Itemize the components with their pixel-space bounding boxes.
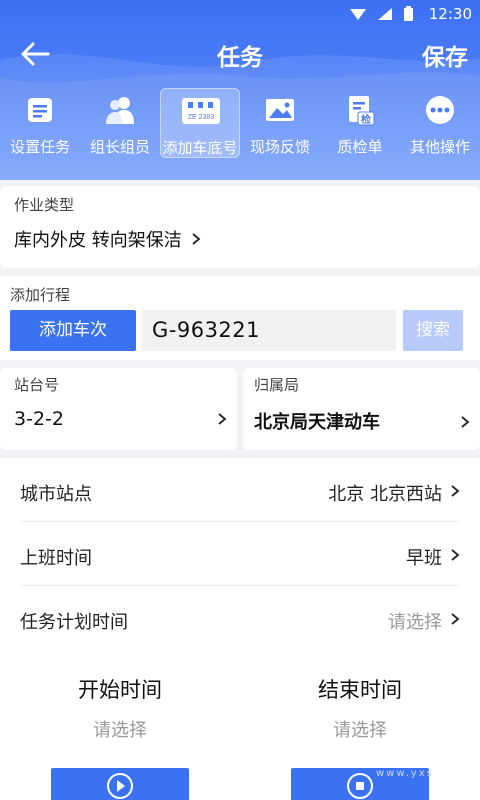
header: 12:30 任务 保存 设置任务 组长组员 ZE 2383 添加车底号 现场反馈… [0, 0, 480, 180]
operation-type-label: 作业类型 [14, 196, 75, 214]
start-button[interactable] [51, 768, 189, 800]
row-label: 上班时间 [20, 548, 92, 569]
tab-site-feedback[interactable]: 现场反馈 [240, 88, 320, 158]
bureau-card[interactable]: 归属局 北京局天津动车 [243, 368, 480, 450]
team-members-icon [106, 97, 134, 124]
operation-type-value: 库内外皮 转向架保洁 [14, 226, 201, 252]
operation-type-text: 库内外皮 转向架保洁 [14, 230, 182, 251]
tab-add-train-plate[interactable]: ZE 2383 添加车底号 [160, 88, 240, 158]
inspection-doc-icon: 检 [349, 96, 375, 126]
train-plate-icon: ZE 2383 [182, 98, 220, 124]
add-trip-card: 添加行程 添加车次 G-963221 搜索 [0, 276, 480, 360]
chevron-right-icon [461, 416, 470, 428]
status-bar: 12:30 [0, 0, 480, 28]
platform-number-card[interactable]: 站台号 3-2-2 [0, 368, 237, 450]
end-time-title: 结束时间 [318, 678, 402, 702]
tab-inspection-doc[interactable]: 检 质检单 [320, 88, 400, 158]
row-value: 北京 北京西站 [328, 484, 442, 505]
chevron-right-icon [218, 413, 227, 425]
row-value: 早班 [406, 548, 442, 569]
end-time-value[interactable]: 请选择 [240, 716, 480, 742]
train-number-input[interactable]: G-963221 [142, 310, 396, 351]
tab-label: 现场反馈 [249, 138, 310, 156]
settings-list: 城市站点 北京 北京西站 上班时间 早班 任务计划时间 请选择 [0, 458, 480, 650]
add-trip-label: 添加行程 [10, 286, 71, 304]
row-label: 任务计划时间 [20, 612, 128, 633]
chevron-right-icon [451, 613, 460, 625]
tab-label: 组长组员 [89, 138, 150, 156]
more-icon [426, 96, 454, 124]
search-button[interactable]: 搜索 [403, 310, 463, 351]
chevron-right-icon [192, 233, 201, 245]
list-item-city-station[interactable]: 城市站点 北京 北京西站 [0, 458, 480, 522]
tab-label: 其他操作 [409, 138, 470, 156]
image-icon [266, 99, 294, 121]
svg-text:ZE 2383: ZE 2383 [188, 114, 215, 121]
row-value: 请选择 [388, 612, 442, 633]
svg-text:检: 检 [361, 113, 371, 126]
start-time-title: 开始时间 [78, 678, 162, 702]
tab-other-actions[interactable]: 其他操作 [400, 88, 480, 158]
platform-number-value: 3-2-2 [14, 408, 64, 430]
chevron-right-icon [451, 549, 460, 561]
bureau-label: 归属局 [254, 376, 300, 394]
row-label: 城市站点 [20, 484, 92, 505]
bureau-value: 北京局天津动车 [254, 412, 380, 433]
navbar: 任务 保存 [0, 28, 480, 80]
operation-type-card[interactable]: 作业类型 库内外皮 转向架保洁 [0, 186, 480, 268]
status-time: 12:30 [428, 5, 472, 23]
toolbar-tabs: 设置任务 组长组员 ZE 2383 添加车底号 现场反馈 检 质检单 其他操作 [0, 86, 480, 160]
watermark: www.yxs [376, 768, 434, 779]
platform-number-label: 站台号 [14, 376, 60, 394]
tab-team-members[interactable]: 组长组员 [80, 88, 160, 158]
list-item-shift-time[interactable]: 上班时间 早班 [0, 522, 480, 586]
save-button[interactable]: 保存 [422, 38, 468, 72]
status-icons [350, 6, 413, 21]
tab-settings-task[interactable]: 设置任务 [0, 88, 80, 158]
tab-label: 添加车底号 [162, 139, 238, 157]
list-item-task-plan-time[interactable]: 任务计划时间 请选择 [0, 586, 480, 650]
page-title: 任务 [217, 45, 263, 71]
stop-icon [347, 773, 373, 799]
tab-label: 设置任务 [9, 138, 70, 156]
add-train-button[interactable]: 添加车次 [10, 310, 136, 351]
start-time-value[interactable]: 请选择 [0, 716, 240, 742]
chevron-right-icon [451, 485, 460, 497]
settings-task-icon [28, 98, 52, 122]
tab-label: 质检单 [337, 138, 383, 156]
play-icon [107, 773, 133, 799]
